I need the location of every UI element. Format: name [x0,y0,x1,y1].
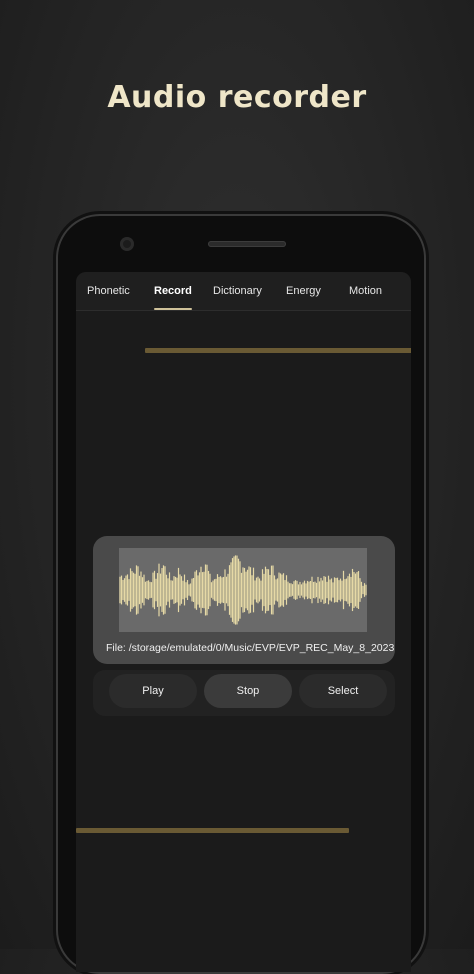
file-path-label: File: /storage/emulated/0/Music/EVP/EVP_… [106,642,395,654]
stop-button[interactable]: Stop [204,674,292,708]
tab-label: Phonetic [87,285,130,297]
tab-phonetic[interactable]: Phonetic [87,272,130,310]
tab-label: Motion [349,285,383,297]
promo-headline: Audio recorder [107,80,367,115]
phone-frame: Phonetic Record Dictionary Energy Motion… [56,214,426,974]
tab-label: Dictionary [213,285,262,297]
tab-motion[interactable]: Motion [349,272,382,310]
tab-label: Record [154,285,192,297]
waveform-graphic [119,555,367,625]
recording-card: File: /storage/emulated/0/Music/EVP/EVP_… [93,536,395,664]
tab-energy[interactable]: Energy [286,272,321,310]
play-button[interactable]: Play [109,674,197,708]
app-screen: Phonetic Record Dictionary Energy Motion… [76,272,411,972]
tab-dictionary[interactable]: Dictionary [213,272,262,310]
tab-bar: Phonetic Record Dictionary Energy Motion [76,272,411,311]
decorative-line-bottom [76,828,349,833]
earpiece-speaker [208,241,286,247]
front-camera-icon [120,237,134,251]
select-button[interactable]: Select [299,674,387,708]
waveform-display [119,548,367,632]
tab-record[interactable]: Record [154,272,192,310]
selected-tab-indicator [154,308,192,310]
decorative-line-top [145,348,411,353]
tab-label: Energy [286,285,321,297]
recorder-controls: Play Stop Select [93,670,395,716]
